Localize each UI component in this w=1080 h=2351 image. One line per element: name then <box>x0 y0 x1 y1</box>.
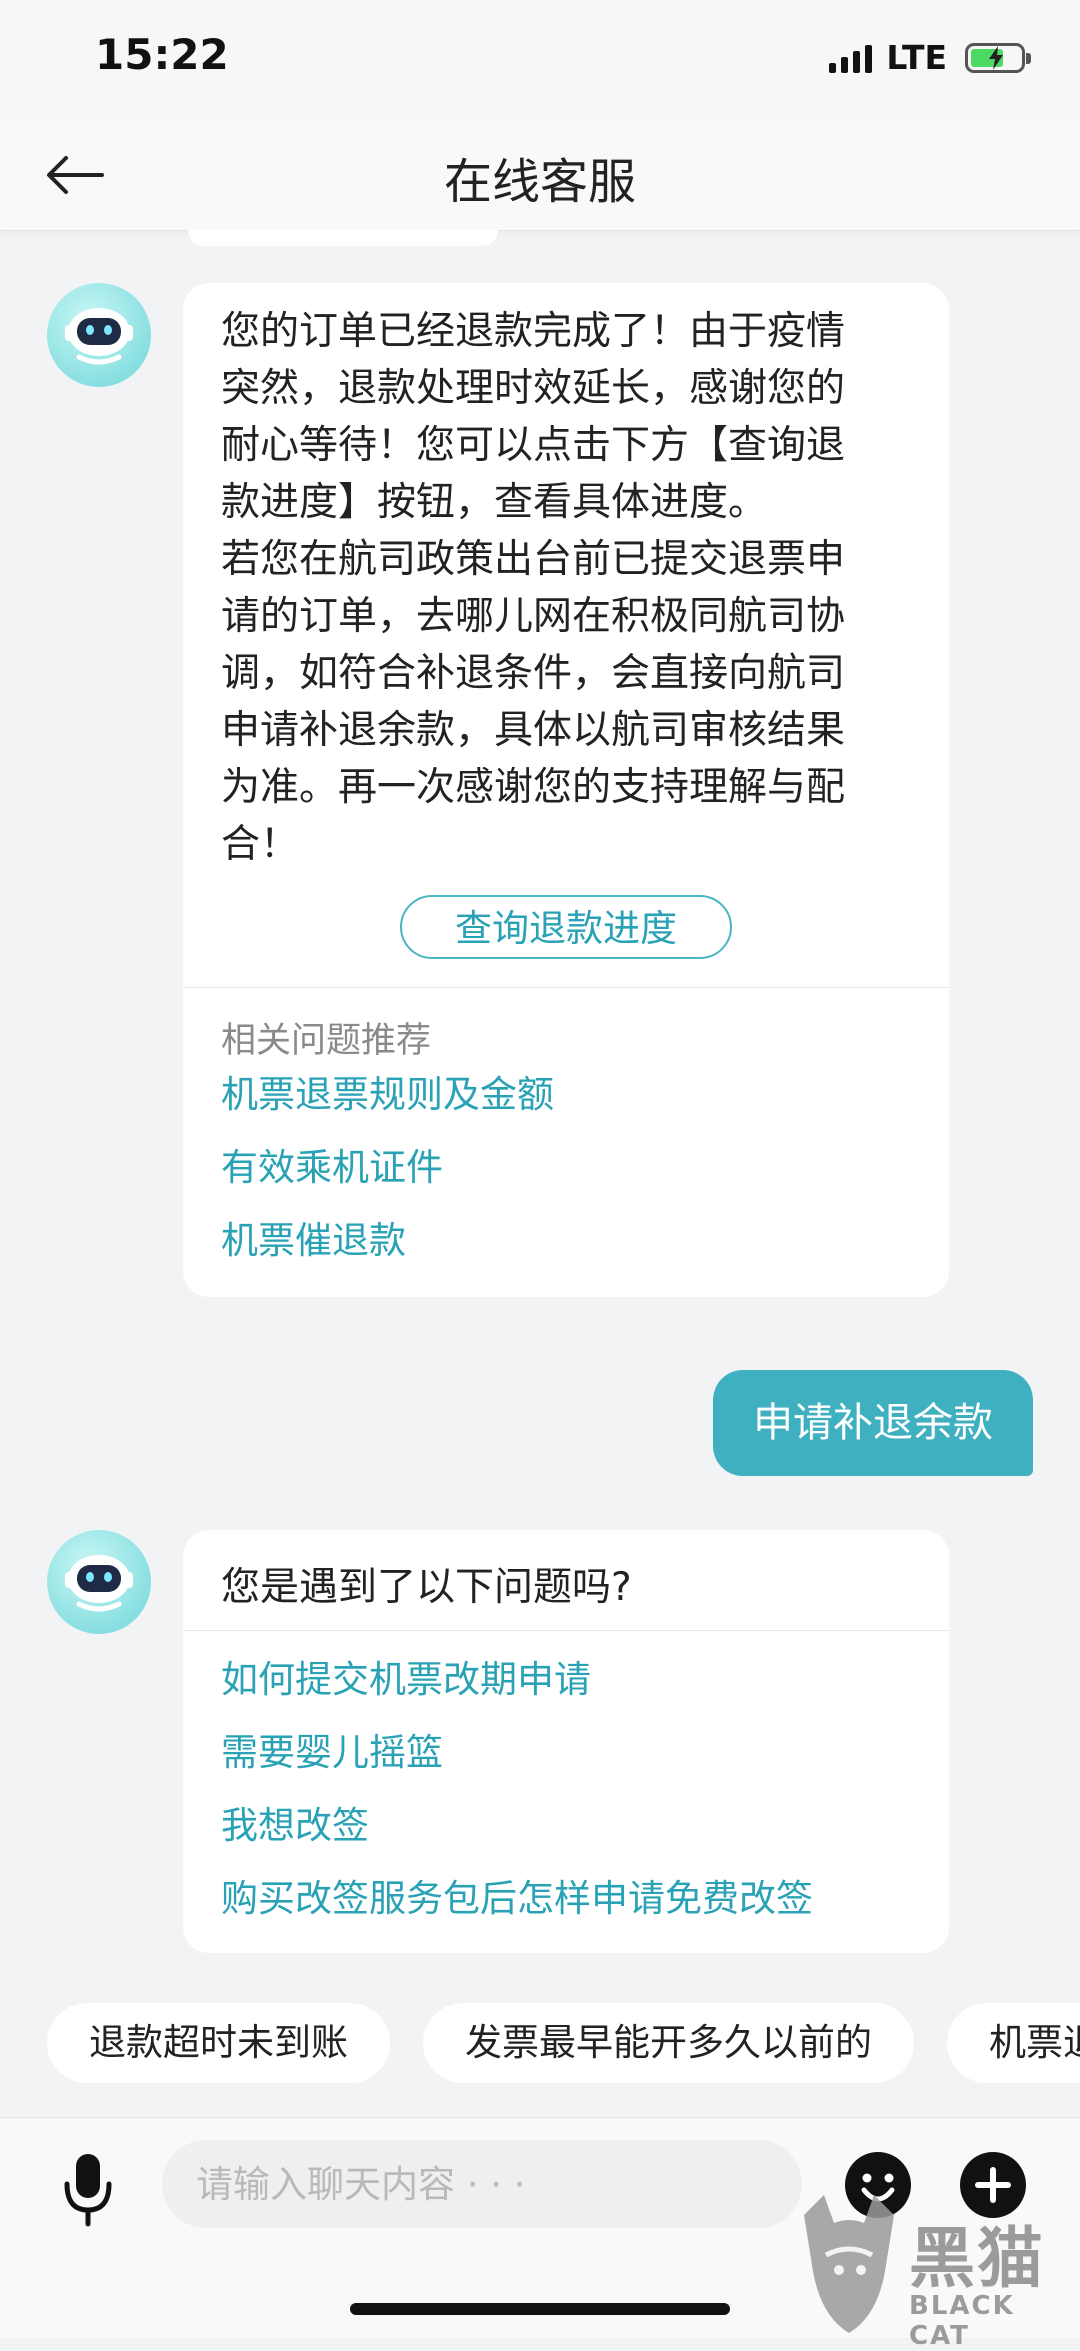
quick-reply-row: 退款超时未到账 发票最早能开多久以前的 机票退 <box>0 2003 1080 2083</box>
cat-logo-icon <box>804 2195 894 2333</box>
message-line: 请的订单，去哪儿网在积极同航司协 <box>221 594 846 639</box>
signal-icon <box>829 43 873 73</box>
message-line: 调，如符合补退条件，会直接向航司 <box>221 651 846 696</box>
home-indicator <box>350 2303 730 2315</box>
battery-charging-icon <box>965 42 1031 73</box>
quick-reply-chip[interactable]: 发票最早能开多久以前的 <box>423 2003 914 2083</box>
quick-reply-chip[interactable]: 退款超时未到账 <box>47 2003 390 2083</box>
voice-input-button[interactable] <box>58 2150 118 2230</box>
bot-message-text: 您的订单已经退款完成了！由于疫情 突然，退款处理时效延长，感谢您的 耐心等待！您… <box>183 283 949 873</box>
option-link[interactable]: 购买改签服务包后怎样申请免费改签 <box>221 1862 911 1935</box>
message-line: 款进度】按钮，查看具体进度。 <box>221 480 768 525</box>
related-question-link[interactable]: 有效乘机证件 <box>221 1131 911 1204</box>
message-line: 申请补退余款，具体以航司审核结果 <box>221 708 846 753</box>
option-link[interactable]: 需要婴儿摇篮 <box>221 1716 911 1789</box>
message-line: 合！ <box>221 822 300 867</box>
bot-message-refund: 您的订单已经退款完成了！由于疫情 突然，退款处理时效延长，感谢您的 耐心等待！您… <box>183 283 949 1297</box>
message-line: 为准。再一次感谢您的支持理解与配 <box>221 765 846 810</box>
message-line: 若您在航司政策出台前已提交退票申 <box>221 537 846 582</box>
related-questions-title: 相关问题推荐 <box>221 1021 432 1061</box>
status-time: 15:22 <box>95 30 229 79</box>
option-link[interactable]: 我想改签 <box>221 1789 911 1862</box>
bot-message-options: 您是遇到了以下问题吗? 如何提交机票改期申请 需要婴儿摇篮 我想改签 购买改签服… <box>183 1530 949 1953</box>
message-line: 耐心等待！您可以点击下方【查询退 <box>221 423 846 468</box>
question-prompt: 您是遇到了以下问题吗? <box>221 1565 632 1610</box>
robot-avatar-icon <box>47 283 151 387</box>
related-question-link[interactable]: 机票退票规则及金额 <box>221 1058 911 1131</box>
page-title: 在线客服 <box>443 154 636 210</box>
related-questions-list: 机票退票规则及金额 有效乘机证件 机票催退款 <box>183 1058 949 1297</box>
message-line: 您的订单已经退款完成了！由于疫情 <box>221 309 846 354</box>
chat-input[interactable] <box>162 2140 802 2228</box>
option-link[interactable]: 如何提交机票改期申请 <box>221 1643 911 1716</box>
quick-reply-chip[interactable]: 机票退 <box>947 2003 1080 2083</box>
network-type: LTE <box>886 38 947 77</box>
status-indicators: LTE <box>829 38 1031 77</box>
robot-avatar-icon <box>47 1530 151 1634</box>
status-bar: 15:22 LTE <box>0 0 1080 120</box>
watermark-text-en: BLACK CAT <box>909 2291 1015 2351</box>
related-question-link[interactable]: 机票催退款 <box>221 1204 911 1277</box>
user-message-bubble: 申请补退余款 <box>713 1370 1033 1476</box>
header-bar: 在线客服 <box>0 120 1080 231</box>
message-line: 突然，退款处理时效延长，感谢您的 <box>221 366 846 411</box>
check-refund-progress-button[interactable]: 查询退款进度 <box>400 895 732 959</box>
watermark-text: 黑猫 <box>909 2220 1045 2297</box>
previous-message-edge <box>188 230 498 246</box>
watermark-logo: 黑猫 BLACK CAT <box>794 2195 1074 2351</box>
microphone-icon <box>64 2154 112 2227</box>
option-list: 如何提交机票改期申请 需要婴儿摇篮 我想改签 购买改签服务包后怎样申请免费改签 <box>183 1631 949 1953</box>
